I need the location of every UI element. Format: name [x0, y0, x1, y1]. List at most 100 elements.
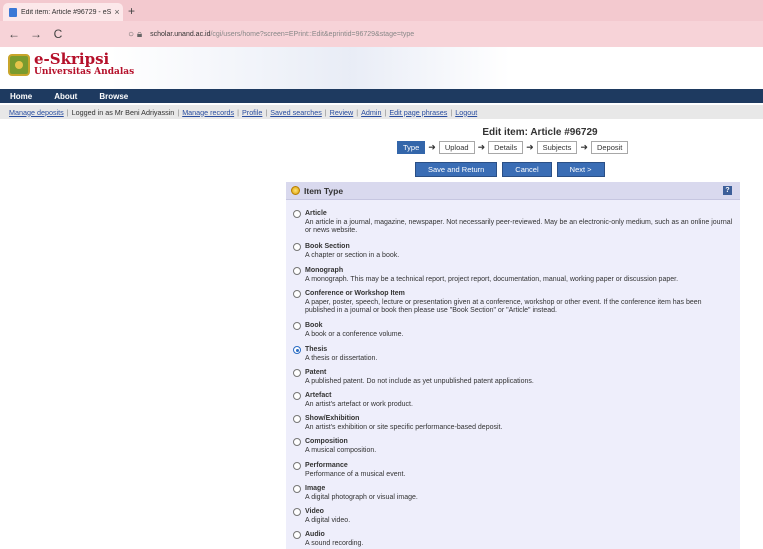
item-type-option[interactable]: Article An article in a journal, magazin… [293, 210, 733, 236]
item-type-panel: Item Type ? Article An article in a jour… [286, 182, 740, 549]
collapse-toggle-icon[interactable] [291, 186, 300, 195]
radio-audio[interactable] [293, 531, 301, 539]
option-title: Video [305, 508, 324, 515]
menu-browse[interactable]: Browse [99, 92, 128, 101]
profile-link[interactable]: Profile [242, 108, 262, 117]
saved-searches-link[interactable]: Saved searches [270, 108, 322, 117]
option-description: A paper, poster, speech, lecture or pres… [305, 298, 702, 315]
tab-title: Edit item: Article #96729 - eSkr [21, 8, 111, 16]
manage-records-link[interactable]: Manage records [182, 108, 234, 117]
forward-button[interactable]: → [28, 27, 44, 41]
main-menu: Home About Browse [0, 89, 763, 103]
stage-subjects[interactable]: Subjects [536, 140, 578, 154]
logged-in-text: Logged in as Mr Beni Adriyassin [71, 107, 175, 117]
radio-conference-item[interactable] [293, 290, 301, 298]
option-title: Conference or Workshop Item [305, 290, 405, 297]
radio-monograph[interactable] [293, 267, 301, 275]
save-and-return-button[interactable]: Save and Return [415, 162, 498, 177]
separator: | [356, 107, 359, 117]
stage-navigation: Type ➜ Upload ➜ Details ➜ Subjects ➜ Dep… [397, 140, 629, 154]
item-type-option[interactable]: Image A digital photograph or visual ima… [293, 485, 733, 502]
arrow-right-icon: ➜ [428, 141, 436, 152]
item-type-option[interactable]: Audio A sound recording. [293, 531, 733, 548]
radio-book-section[interactable] [293, 243, 301, 251]
option-title: Composition [305, 438, 348, 445]
browser-tab[interactable]: Edit item: Article #96729 - eSkr × [3, 3, 123, 21]
arrow-right-icon: ➜ [477, 141, 486, 152]
site-info-icon[interactable]: ○ 🔒︎ [128, 29, 142, 40]
radio-thesis[interactable] [293, 346, 301, 354]
stage-details[interactable]: Details [488, 140, 524, 154]
arrow-right-icon: ➜ [580, 141, 588, 152]
stage-deposit[interactable]: Deposit [590, 140, 629, 154]
option-description: A published patent. Do not include as ye… [305, 377, 534, 385]
menu-about[interactable]: About [54, 92, 77, 101]
item-type-option[interactable]: Artefact An artist's artefact or work pr… [293, 392, 733, 409]
logo-title: e-Skripsi [34, 50, 110, 68]
radio-patent[interactable] [293, 369, 301, 377]
option-description: A book or a conference volume. [305, 330, 404, 338]
radio-composition[interactable] [293, 438, 301, 446]
next-button[interactable]: Next > [556, 162, 605, 177]
user-toolbar: Manage deposits | Logged in as Mr Beni A… [0, 105, 763, 119]
logout-link[interactable]: Logout [455, 108, 477, 117]
close-tab-icon[interactable]: × [111, 7, 123, 17]
stage-upload[interactable]: Upload [438, 140, 475, 154]
menu-home[interactable]: Home [10, 92, 32, 101]
option-description: An article in a journal, magazine, newsp… [305, 218, 733, 235]
back-button[interactable]: ← [6, 27, 22, 41]
item-type-option[interactable]: Performance Performance of a musical eve… [293, 462, 733, 479]
radio-book[interactable] [293, 322, 301, 330]
separator: | [265, 107, 268, 117]
option-description: A digital video. [305, 516, 351, 524]
option-description: A digital photograph or visual image. [305, 493, 418, 501]
cancel-button[interactable]: Cancel [502, 162, 552, 177]
stage-type[interactable]: Type [397, 140, 426, 154]
reload-button[interactable]: C [50, 27, 66, 41]
radio-video[interactable] [293, 508, 301, 516]
separator: | [66, 107, 69, 117]
item-type-option[interactable]: Patent A published patent. Do not includ… [293, 369, 733, 386]
radio-performance[interactable] [293, 462, 301, 470]
site-header: e-Skripsi Universitas Andalas [0, 47, 763, 89]
separator: | [450, 107, 453, 117]
arrow-right-icon: ➜ [526, 141, 534, 152]
university-emblem-icon [8, 53, 30, 76]
radio-article[interactable] [293, 210, 301, 218]
review-link[interactable]: Review [330, 108, 354, 117]
page-title: Edit item: Article #96729 [482, 127, 598, 138]
panel-header: Item Type ? [286, 182, 740, 200]
radio-artefact[interactable] [293, 392, 301, 400]
item-type-option[interactable]: Monograph A monograph. This may be a tec… [293, 267, 733, 284]
radio-image[interactable] [293, 485, 301, 493]
help-icon[interactable]: ? [723, 186, 732, 195]
url-field[interactable]: ○ 🔒︎ scholar.unand.ac.id /cgi/users/home… [128, 25, 748, 43]
address-bar: ← → C ○ 🔒︎ scholar.unand.ac.id /cgi/user… [0, 21, 763, 47]
page-favicon-icon [9, 7, 17, 17]
header-banner [110, 47, 510, 89]
separator: | [324, 107, 327, 117]
option-description: A chapter or section in a book. [305, 251, 400, 259]
radio-show-exhibition[interactable] [293, 415, 301, 423]
admin-link[interactable]: Admin [361, 108, 381, 117]
new-tab-button[interactable]: + [128, 4, 135, 18]
option-title: Show/Exhibition [305, 415, 360, 422]
item-type-option[interactable]: Book A book or a conference volume. [293, 322, 733, 339]
url-path: /cgi/users/home?screen=EPrint::Edit&epri… [210, 30, 415, 38]
option-description: An artist's exhibition or site specific … [305, 423, 503, 431]
option-title: Article [305, 210, 327, 217]
option-title: Patent [305, 369, 327, 376]
manage-deposits-link[interactable]: Manage deposits [9, 108, 64, 117]
item-type-option[interactable]: Book Section A chapter or section in a b… [293, 243, 733, 260]
item-type-option[interactable]: Thesis A thesis or dissertation. [293, 346, 733, 363]
item-type-option[interactable]: Conference or Workshop Item A paper, pos… [293, 290, 733, 316]
option-description: A thesis or dissertation. [305, 354, 378, 362]
site-logo[interactable]: e-Skripsi Universitas Andalas [8, 52, 134, 77]
option-title: Book Section [305, 243, 350, 250]
edit-page-phrases-link[interactable]: Edit page phrases [389, 108, 447, 117]
option-title: Performance [305, 462, 348, 469]
item-type-option[interactable]: Show/Exhibition An artist's exhibition o… [293, 415, 733, 432]
option-description: A musical composition. [305, 446, 377, 454]
item-type-option[interactable]: Composition A musical composition. [293, 438, 733, 455]
item-type-option[interactable]: Video A digital video. [293, 508, 733, 525]
